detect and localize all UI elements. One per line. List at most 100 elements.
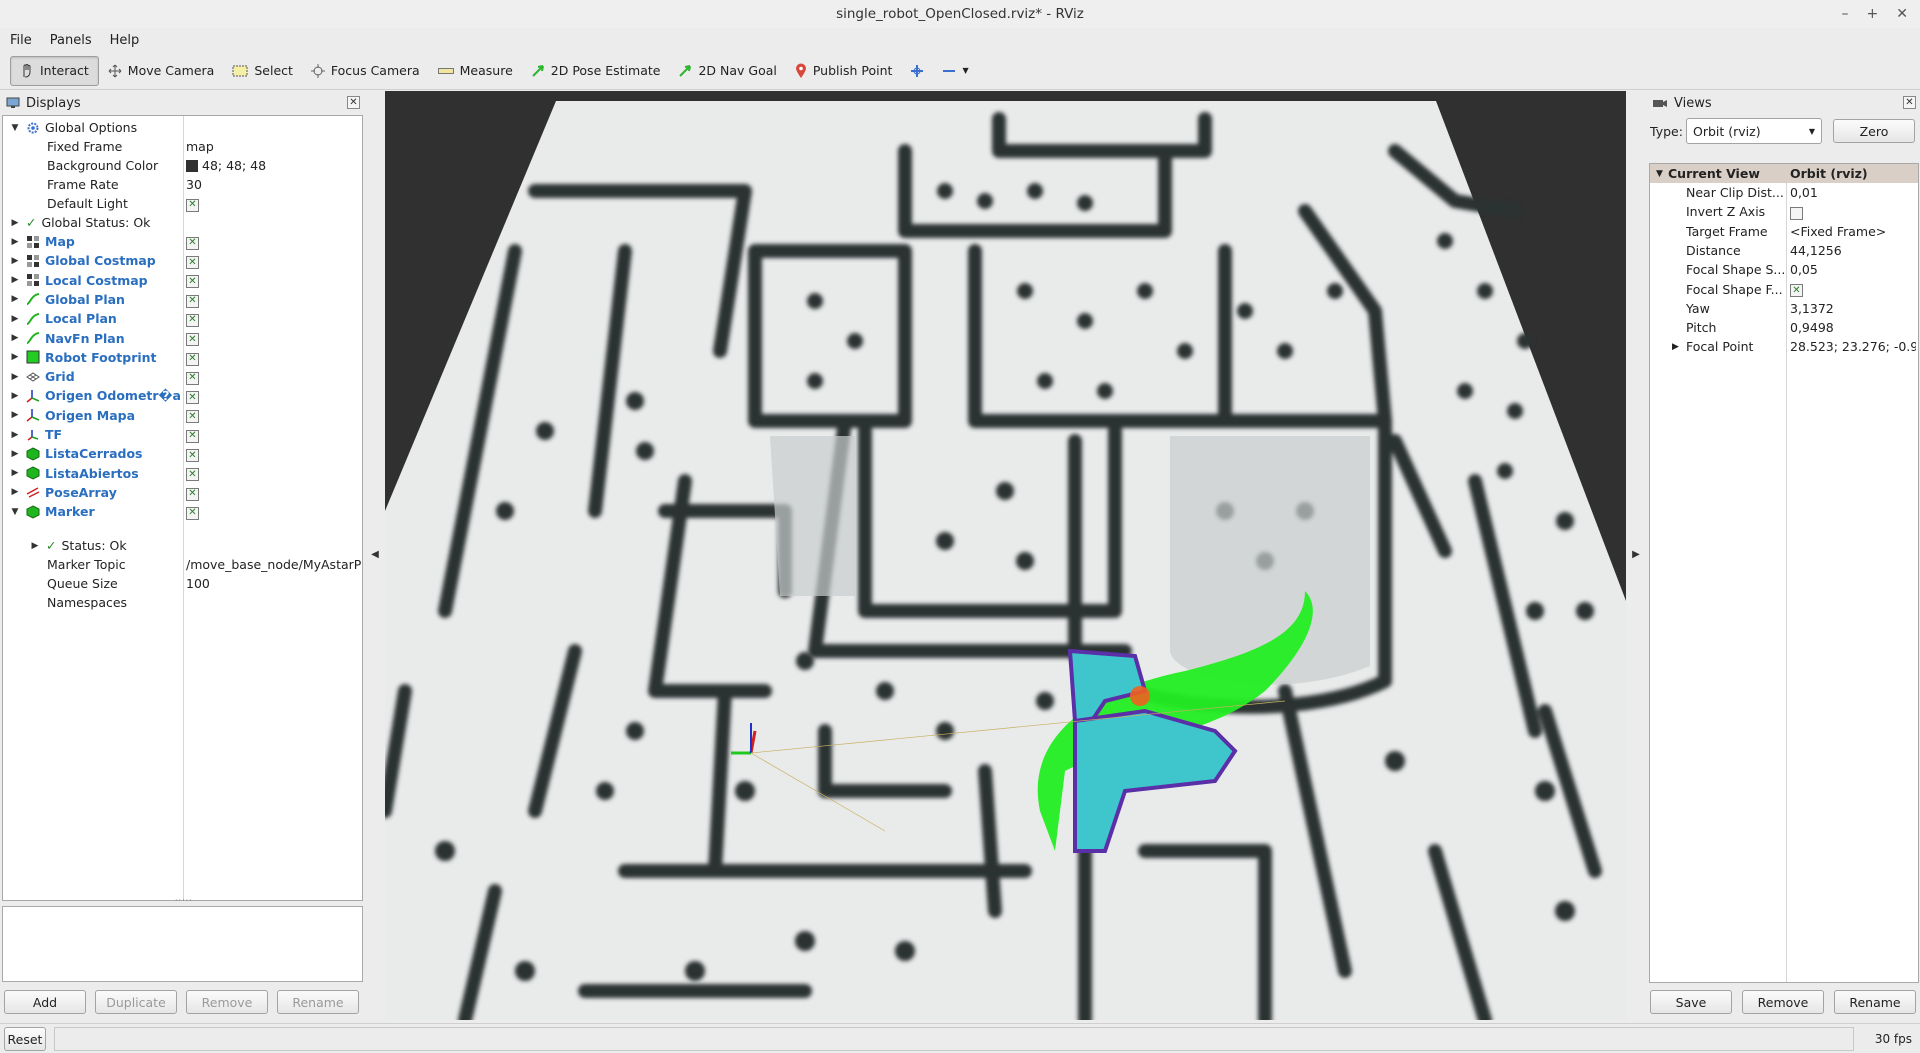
reset-button[interactable]: Reset xyxy=(4,1027,46,1051)
display-item-robot-footprint[interactable]: ▶ Robot Footprint ✕ xyxy=(3,348,362,367)
maximize-icon[interactable]: + xyxy=(1867,6,1879,22)
remove-tool-button[interactable]: ▼ xyxy=(933,56,977,86)
default-light-checkbox[interactable]: ✕ xyxy=(186,198,199,212)
background-color-row[interactable]: Background Color 48; 48; 48 xyxy=(3,156,362,175)
remove-display-button[interactable]: Remove xyxy=(186,990,268,1014)
expand-arrow-icon[interactable]: ▶ xyxy=(9,255,21,267)
marker-topic-row[interactable]: Marker Topic /move_base_node/MyAstarPl..… xyxy=(3,555,362,574)
expand-arrow-icon[interactable]: ▶ xyxy=(9,429,21,441)
display-item-listacerrados[interactable]: ▶ ListaCerrados ✕ xyxy=(3,444,362,463)
queue-size-row[interactable]: Queue Size 100 xyxy=(3,574,362,593)
view-prop-pitch[interactable]: Pitch 0,9498 xyxy=(1650,318,1918,337)
minimize-icon[interactable]: – xyxy=(1842,6,1849,22)
display-enabled-checkbox[interactable]: ✕ xyxy=(186,410,199,424)
collapse-left-icon[interactable]: ◀ xyxy=(366,540,384,570)
view-prop-value[interactable]: 0,05 xyxy=(1790,262,1916,277)
duplicate-button[interactable]: Duplicate xyxy=(95,990,177,1014)
display-item-grid[interactable]: ▶ Grid ✕ xyxy=(3,367,362,386)
view-prop-focal-shape-f[interactable]: Focal Shape F... ✕ xyxy=(1650,280,1918,299)
display-item-local-costmap[interactable]: ▶ Local Costmap ✕ xyxy=(3,271,362,290)
display-item-global-plan[interactable]: ▶ Global Plan ✕ xyxy=(3,290,362,309)
render-viewport[interactable] xyxy=(385,91,1626,1020)
view-prop-focal-point[interactable]: ▶ Focal Point 28.523; 23.276; -0.95... xyxy=(1650,337,1918,356)
menu-panels[interactable]: Panels xyxy=(50,33,92,48)
background-color-value[interactable]: 48; 48; 48 xyxy=(202,158,266,173)
fixed-frame-row[interactable]: Fixed Frame map xyxy=(3,137,362,156)
focus-camera-tool[interactable]: Focus Camera xyxy=(302,56,429,86)
display-enabled-checkbox[interactable]: ✕ xyxy=(186,275,199,289)
display-enabled-checkbox[interactable]: ✕ xyxy=(186,371,199,385)
expand-arrow-icon[interactable]: ▶ xyxy=(29,540,41,552)
display-enabled-checkbox[interactable]: ✕ xyxy=(186,487,199,501)
view-prop-checkbox[interactable]: ✕ xyxy=(1790,207,1803,221)
display-enabled-checkbox[interactable]: ✕ xyxy=(186,333,199,347)
expand-arrow-icon[interactable]: ▶ xyxy=(9,467,21,479)
view-prop-value[interactable]: <Fixed Frame> xyxy=(1790,224,1916,239)
expand-arrow-icon[interactable]: ▶ xyxy=(9,448,21,460)
close-icon[interactable]: ✕ xyxy=(347,96,360,109)
global-options-row[interactable]: ▼ Global Options xyxy=(3,118,362,137)
display-enabled-checkbox[interactable]: ✕ xyxy=(186,256,199,270)
expand-arrow-icon[interactable]: ▶ xyxy=(9,293,21,305)
measure-tool[interactable]: Measure xyxy=(429,56,522,86)
display-enabled-checkbox[interactable]: ✕ xyxy=(186,313,199,327)
display-enabled-checkbox[interactable]: ✕ xyxy=(186,449,199,463)
display-enabled-checkbox[interactable]: ✕ xyxy=(186,391,199,405)
display-item-map[interactable]: ▶ Map ✕ xyxy=(3,232,362,251)
expand-arrow-icon[interactable]: ▶ xyxy=(9,409,21,421)
expand-arrow-icon[interactable]: ▼ xyxy=(1656,169,1663,179)
view-prop-invert-z-axis[interactable]: Invert Z Axis ✕ xyxy=(1650,202,1918,221)
collapse-right-icon[interactable]: ▶ xyxy=(1627,540,1645,570)
display-item-posearray[interactable]: ▶ PoseArray ✕ xyxy=(3,483,362,502)
expand-arrow-icon[interactable]: ▼ xyxy=(9,122,21,134)
display-item-origen-odometr-a[interactable]: ▶ Origen Odometr�a ✕ xyxy=(3,386,362,405)
color-swatch[interactable] xyxy=(186,159,198,172)
move-camera-tool[interactable]: Move Camera xyxy=(99,56,224,86)
view-type-select[interactable]: Orbit (rviz) ▼ xyxy=(1686,118,1822,144)
display-item-marker[interactable]: ▼ Marker ✕ xyxy=(3,502,362,521)
expand-arrow-icon[interactable]: ▶ xyxy=(9,313,21,325)
expand-arrow-icon[interactable]: ▶ xyxy=(9,486,21,498)
rename-view-button[interactable]: Rename xyxy=(1834,990,1916,1014)
expand-arrow-icon[interactable]: ▼ xyxy=(9,506,21,518)
expand-arrow-icon[interactable]: ▶ xyxy=(9,332,21,344)
display-item-listaabiertos[interactable]: ▶ ListaAbiertos ✕ xyxy=(3,464,362,483)
marker-topic-value[interactable]: /move_base_node/MyAstarPl... xyxy=(186,557,362,572)
add-tool-button[interactable] xyxy=(901,56,933,86)
publish-point-tool[interactable]: Publish Point xyxy=(786,56,902,86)
expand-arrow-icon[interactable]: ▶ xyxy=(9,390,21,402)
view-prop-value[interactable]: 0,01 xyxy=(1790,185,1916,200)
view-prop-yaw[interactable]: Yaw 3,1372 xyxy=(1650,299,1918,318)
close-icon[interactable]: ✕ xyxy=(1903,96,1916,109)
expand-arrow-icon[interactable]: ▶ xyxy=(9,217,21,229)
view-prop-value[interactable]: 3,1372 xyxy=(1790,301,1916,316)
frame-rate-value[interactable]: 30 xyxy=(186,177,202,192)
display-item-global-costmap[interactable]: ▶ Global Costmap ✕ xyxy=(3,251,362,270)
splitter-handle[interactable]: ····· xyxy=(175,897,192,905)
select-tool[interactable]: Select xyxy=(223,56,302,86)
marker-status-row[interactable]: ▶ ✓ Status: Ok xyxy=(3,536,362,555)
display-item-origen-mapa[interactable]: ▶ Origen Mapa ✕ xyxy=(3,406,362,425)
add-button[interactable]: Add xyxy=(4,990,86,1014)
view-prop-target-frame[interactable]: Target Frame <Fixed Frame> xyxy=(1650,222,1918,241)
expand-arrow-icon[interactable]: ▶ xyxy=(9,274,21,286)
namespaces-row[interactable]: Namespaces xyxy=(3,593,362,612)
rename-display-button[interactable]: Rename xyxy=(277,990,359,1014)
menu-file[interactable]: File xyxy=(10,33,32,48)
zero-button[interactable]: Zero xyxy=(1833,119,1915,143)
close-icon[interactable]: ✕ xyxy=(1896,6,1908,22)
display-enabled-checkbox[interactable]: ✕ xyxy=(186,506,199,520)
expand-arrow-icon[interactable]: ▶ xyxy=(1672,342,1679,352)
view-prop-near-clip-dist[interactable]: Near Clip Dist... 0,01 xyxy=(1650,183,1918,202)
pose-estimate-tool[interactable]: 2D Pose Estimate xyxy=(522,56,670,86)
display-item-local-plan[interactable]: ▶ Local Plan ✕ xyxy=(3,309,362,328)
display-item-navfn-plan[interactable]: ▶ NavFn Plan ✕ xyxy=(3,329,362,348)
global-status-row[interactable]: ▶ ✓ Global Status: Ok xyxy=(3,213,362,232)
display-enabled-checkbox[interactable]: ✕ xyxy=(186,294,199,308)
view-prop-value[interactable]: 28.523; 23.276; -0.95... xyxy=(1790,339,1916,354)
expand-arrow-icon[interactable]: ▶ xyxy=(9,236,21,248)
view-prop-checkbox[interactable]: ✕ xyxy=(1790,284,1803,298)
nav-goal-tool[interactable]: 2D Nav Goal xyxy=(669,56,785,86)
display-enabled-checkbox[interactable]: ✕ xyxy=(186,429,199,443)
current-view-row[interactable]: ▼ Current View Orbit (rviz) xyxy=(1650,164,1918,183)
